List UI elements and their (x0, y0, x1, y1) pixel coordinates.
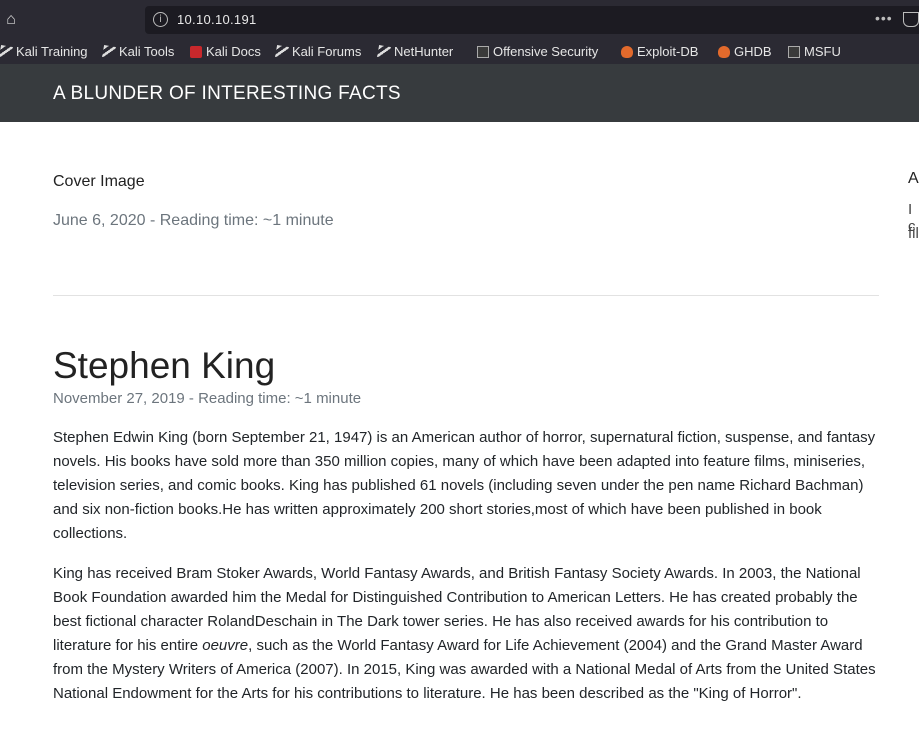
bookmark-label: MSFU (804, 44, 841, 59)
bookmark-label: Exploit-DB (637, 44, 699, 59)
post-title-stephen-king[interactable]: Stephen King (53, 344, 275, 388)
bookmark-ghdb[interactable]: GHDB (718, 43, 772, 61)
post-title-cover-image[interactable]: Cover Image (53, 173, 145, 191)
kali-docs-icon (190, 46, 202, 58)
bookmark-kali-tools[interactable]: Kali Tools (102, 43, 175, 61)
exploitdb-icon (621, 46, 633, 58)
page-actions-icon[interactable]: ••• (875, 10, 893, 26)
sidebar-text: fil (908, 225, 919, 242)
offsec-icon (477, 46, 489, 58)
bookmark-label: Kali Forums (292, 44, 362, 59)
bookmark-offensive-security[interactable]: Offensive Security (477, 43, 598, 61)
bookmark-label: Kali Tools (119, 44, 175, 59)
bookmark-kali-training[interactable]: Kali Training (0, 43, 88, 61)
kali-dragon-icon (102, 45, 116, 59)
post-meta: November 27, 2019 - Reading time: ~1 min… (53, 390, 362, 407)
bookmark-label: NetHunter (394, 44, 454, 59)
bookmark-nethunter[interactable]: NetHunter (377, 43, 454, 61)
kali-dragon-icon (0, 45, 13, 59)
address-bar[interactable]: i 10.10.10.191 ••• (145, 6, 919, 34)
site-info-icon[interactable]: i (153, 12, 168, 27)
sidebar-heading: A (908, 170, 919, 187)
paragraph-emphasis: oeuvre (202, 637, 249, 654)
post-paragraph: King has received Bram Stoker Awards, Wo… (53, 562, 883, 706)
site-header: A BLUNDER OF INTERESTING FACTS (0, 64, 919, 122)
site-title[interactable]: A BLUNDER OF INTERESTING FACTS (53, 83, 401, 105)
post-paragraph: Stephen Edwin King (born September 21, 1… (53, 429, 876, 542)
bookmark-label: Kali Training (16, 44, 88, 59)
post-meta: June 6, 2020 - Reading time: ~1 minute (53, 212, 334, 229)
divider (53, 295, 879, 296)
bookmarks-bar: Kali Training Kali Tools Kali Docs Kali … (0, 40, 919, 64)
bookmark-msfu[interactable]: MSFU (788, 43, 841, 61)
bookmark-kali-forums[interactable]: Kali Forums (275, 43, 362, 61)
browser-toolbar: ⌂ i 10.10.10.191 ••• (0, 0, 919, 40)
kali-dragon-icon (275, 45, 289, 59)
url-text[interactable]: 10.10.10.191 (177, 12, 257, 27)
bookmark-label: Kali Docs (206, 44, 261, 59)
pocket-icon[interactable] (903, 12, 919, 27)
exploitdb-icon (718, 46, 730, 58)
bookmark-label: GHDB (734, 44, 772, 59)
bookmark-exploit-db[interactable]: Exploit-DB (621, 43, 698, 61)
bookmark-label: Offensive Security (493, 44, 599, 59)
home-icon[interactable]: ⌂ (2, 10, 20, 30)
bookmark-kali-docs[interactable]: Kali Docs (190, 43, 261, 61)
kali-dragon-icon (377, 45, 391, 59)
offsec-icon (788, 46, 800, 58)
